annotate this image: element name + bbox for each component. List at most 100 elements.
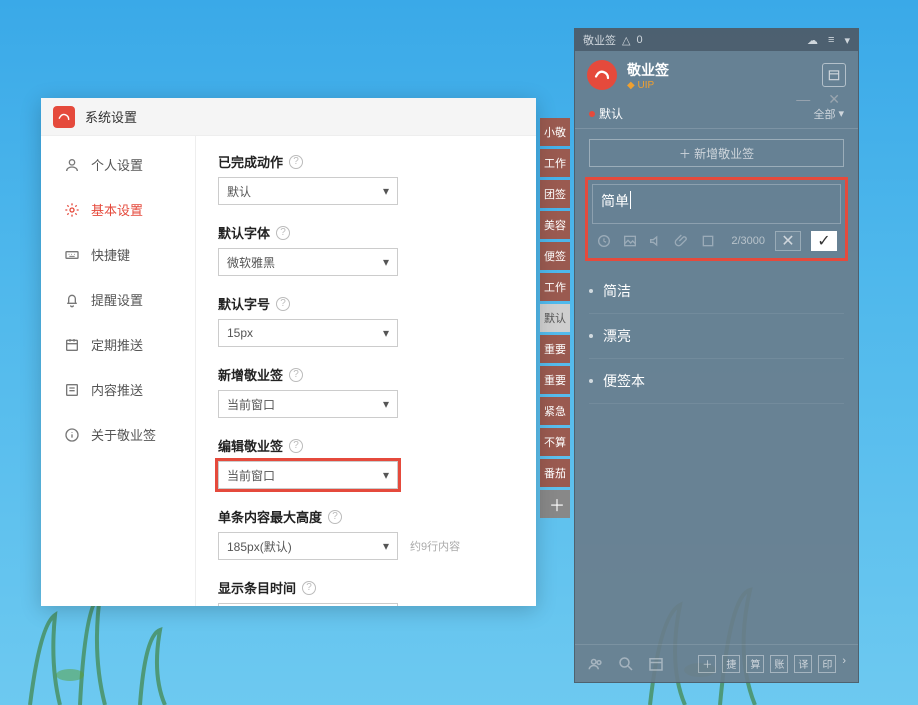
content-icon xyxy=(63,381,81,399)
chevron-down-icon: ▾ xyxy=(383,468,389,482)
window-controls: — ✕ xyxy=(786,85,850,114)
tag[interactable]: 团签 xyxy=(540,180,570,208)
select-add-note[interactable]: 当前窗口▾ xyxy=(218,390,398,418)
gear-icon xyxy=(63,201,81,219)
sidebar-item-personal[interactable]: 个人设置 xyxy=(41,142,195,187)
search-icon[interactable] xyxy=(617,655,635,673)
label-done-action: 已完成动作 xyxy=(218,152,283,171)
help-icon[interactable]: ? xyxy=(289,439,303,453)
caret-down-icon[interactable]: ▾ xyxy=(844,34,850,47)
label-show-time: 显示条目时间 xyxy=(218,578,296,597)
cloud-icon[interactable]: ☁ xyxy=(807,34,818,47)
attachment-icon[interactable] xyxy=(674,233,690,249)
footer-sq-translate[interactable]: 译 xyxy=(794,655,812,673)
editor-cancel-button[interactable]: ✕ xyxy=(775,231,801,251)
schedule-icon xyxy=(63,336,81,354)
settings-titlebar: 系统设置 xyxy=(41,98,536,136)
chevron-down-icon: ▾ xyxy=(383,539,389,553)
sidebar-item-about[interactable]: 关于敬业签 xyxy=(41,412,195,457)
char-counter: 2/3000 xyxy=(731,235,765,247)
select-font-size[interactable]: 15px▾ xyxy=(218,319,398,347)
settings-window: 系统设置 个人设置 基本设置 快捷键 提醒设置 定期推送 xyxy=(41,98,536,606)
bell-small-icon: △ xyxy=(622,34,630,47)
add-note-button[interactable]: ＋ 新增敬业签 xyxy=(589,139,844,167)
sidebar-item-basic[interactable]: 基本设置 xyxy=(41,187,195,232)
tag[interactable]: 便签 xyxy=(540,242,570,270)
tag[interactable]: 小敬 xyxy=(540,118,570,146)
chevron-down-icon: ▾ xyxy=(383,326,389,340)
app-logo-icon xyxy=(587,60,617,90)
label-edit-note: 编辑敬业签 xyxy=(218,436,283,455)
tag[interactable]: 美容 xyxy=(540,211,570,239)
select-font[interactable]: 微软雅黑▾ xyxy=(218,248,398,276)
close-button[interactable]: ✕ xyxy=(828,91,840,108)
note-list: 简洁 漂亮 便签本 xyxy=(575,269,858,404)
footer-sq-calc[interactable]: 算 xyxy=(746,655,764,673)
tag[interactable]: 番茄 xyxy=(540,459,570,487)
select-edit-note[interactable]: 当前窗口▾ xyxy=(218,461,398,489)
note-item[interactable]: 简洁 xyxy=(589,269,844,314)
minimize-button[interactable]: — xyxy=(796,91,810,108)
note-item[interactable]: 便签本 xyxy=(589,359,844,404)
settings-content: 已完成动作? 默认▾ 默认字体? 微软雅黑▾ 默认字号? 15px▾ 新增敬业签… xyxy=(196,136,536,606)
tab-default[interactable]: 默认 xyxy=(589,105,623,122)
tag[interactable]: 紧急 xyxy=(540,397,570,425)
menu-icon[interactable]: ≡ xyxy=(828,34,834,47)
editor-confirm-button[interactable]: ✓ xyxy=(811,231,837,251)
help-icon[interactable]: ? xyxy=(276,226,290,240)
tag[interactable]: 重要 xyxy=(540,366,570,394)
footer-sq-add[interactable]: ＋ xyxy=(698,655,716,673)
label-font: 默认字体 xyxy=(218,223,270,242)
select-max-height[interactable]: 185px(默认)▾ xyxy=(218,532,398,560)
help-icon[interactable]: ? xyxy=(328,510,342,524)
sidebar-label: 快捷键 xyxy=(91,245,130,264)
tag-active[interactable]: 默认 xyxy=(540,304,570,332)
sidebar-label: 个人设置 xyxy=(91,155,143,174)
help-icon[interactable]: ? xyxy=(302,581,316,595)
sidebar-item-content[interactable]: 内容推送 xyxy=(41,367,195,412)
note-item[interactable]: 漂亮 xyxy=(589,314,844,359)
tag[interactable]: 工作 xyxy=(540,149,570,177)
text-cursor xyxy=(630,191,631,209)
chevron-down-icon: ▾ xyxy=(383,397,389,411)
sidebar-item-reminder[interactable]: 提醒设置 xyxy=(41,277,195,322)
label-add-note: 新增敬业签 xyxy=(218,365,283,384)
footer-sq-account[interactable]: 账 xyxy=(770,655,788,673)
fullscreen-icon[interactable] xyxy=(700,233,716,249)
sidebar-item-shortcut[interactable]: 快捷键 xyxy=(41,232,195,277)
image-icon[interactable] xyxy=(622,233,638,249)
footer-sq-print[interactable]: 印 xyxy=(818,655,836,673)
help-icon[interactable]: ? xyxy=(276,297,290,311)
app-logo-icon xyxy=(53,106,75,128)
sidebar-item-schedule[interactable]: 定期推送 xyxy=(41,322,195,367)
person-icon xyxy=(63,156,81,174)
tag[interactable]: 重要 xyxy=(540,335,570,363)
sidebar-label: 关于敬业签 xyxy=(91,425,156,444)
editor-toolbar: 2/3000 ✕ ✓ xyxy=(592,228,841,254)
contacts-icon[interactable] xyxy=(587,655,605,673)
label-max-height: 单条内容最大高度 xyxy=(218,507,322,526)
bullet-icon xyxy=(589,379,593,383)
select-done-action[interactable]: 默认▾ xyxy=(218,177,398,205)
help-icon[interactable]: ? xyxy=(289,368,303,382)
sidebar-label: 定期推送 xyxy=(91,335,143,354)
notification-count: 0 xyxy=(636,34,642,46)
chevron-down-icon: ▾ xyxy=(383,255,389,269)
footer-sq-shortcut[interactable]: 捷 xyxy=(722,655,740,673)
tag[interactable]: 不算 xyxy=(540,428,570,456)
sound-icon[interactable] xyxy=(648,233,664,249)
dot-icon xyxy=(589,111,595,117)
note-editor-input[interactable]: 简单 xyxy=(592,184,841,224)
chevron-right-icon[interactable]: › xyxy=(842,655,846,673)
clock-icon[interactable] xyxy=(596,233,612,249)
settings-title-text: 系统设置 xyxy=(85,107,137,126)
calendar-small-icon[interactable] xyxy=(647,655,665,673)
tag-add[interactable]: ＋ xyxy=(540,490,570,518)
vip-badge: ◆ UIP xyxy=(627,80,669,91)
tag[interactable]: 工作 xyxy=(540,273,570,301)
select-show-time[interactable]: 不显示▾ xyxy=(218,603,398,606)
help-icon[interactable]: ? xyxy=(289,155,303,169)
sidebar-label: 提醒设置 xyxy=(91,290,143,309)
calendar-button[interactable] xyxy=(822,63,846,87)
sidebar-label: 内容推送 xyxy=(91,380,143,399)
